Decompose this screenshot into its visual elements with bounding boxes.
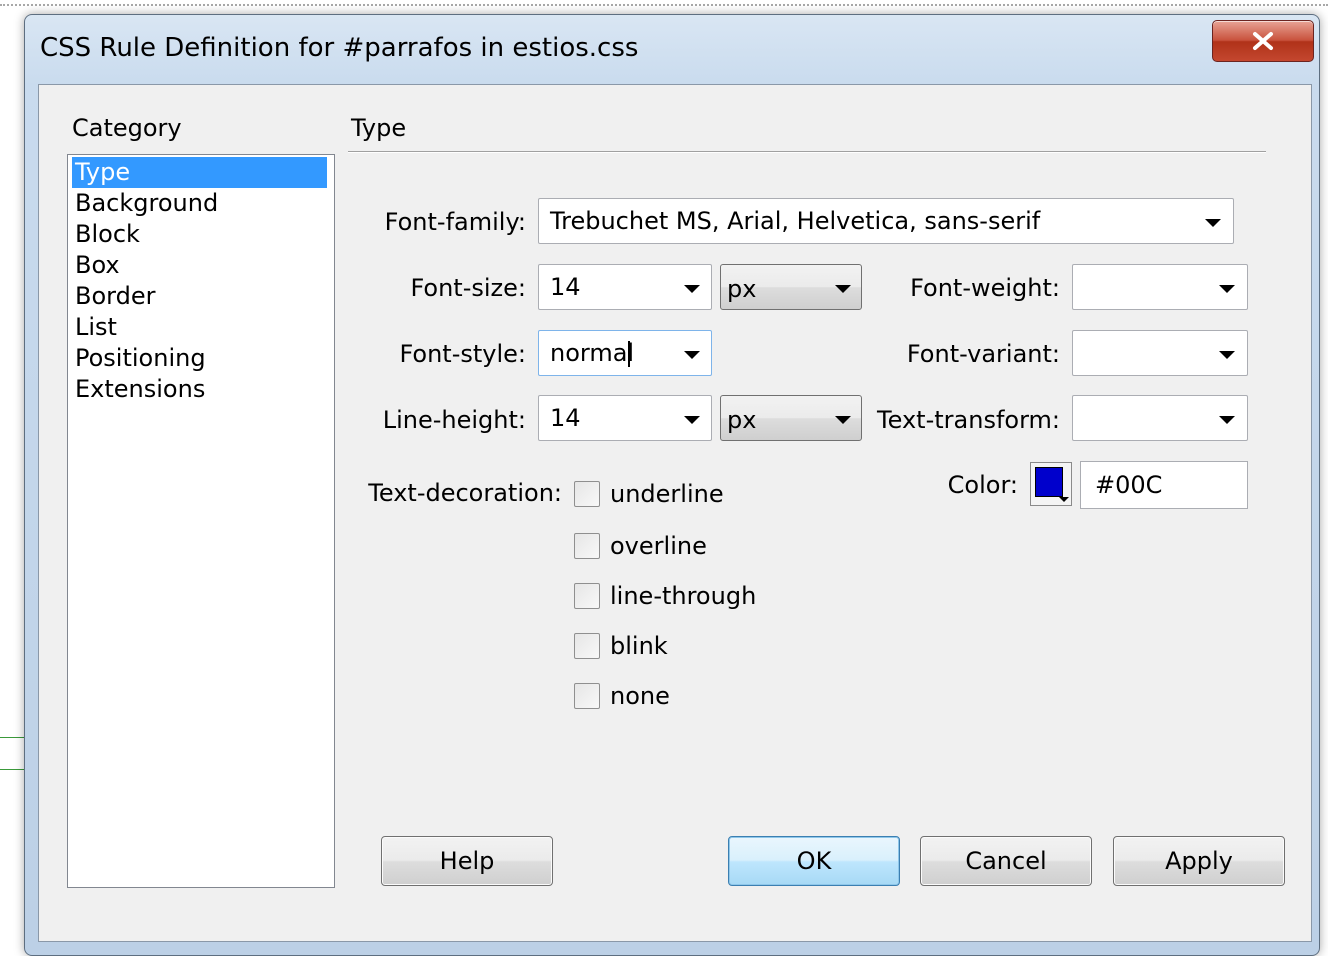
overline-checkbox[interactable] xyxy=(574,533,600,559)
background-guide-line xyxy=(0,769,26,770)
background-guide-line xyxy=(0,737,26,738)
category-list[interactable]: Type Background Block Box Border List Po… xyxy=(67,154,335,888)
line-height-value: 14 xyxy=(550,404,581,432)
color-input[interactable]: #00C xyxy=(1080,461,1248,509)
section-divider xyxy=(348,151,1266,153)
dropdown-arrow-icon xyxy=(1059,497,1069,502)
text-transform-combo[interactable] xyxy=(1072,395,1248,441)
none-label: none xyxy=(610,682,670,710)
line-through-checkbox[interactable] xyxy=(574,583,600,609)
dropdown-arrow-icon xyxy=(835,285,851,293)
font-size-value: 14 xyxy=(550,273,581,301)
ok-button[interactable]: OK xyxy=(728,836,900,886)
close-button[interactable] xyxy=(1212,20,1314,62)
none-checkbox[interactable] xyxy=(574,683,600,709)
dialog-title: CSS Rule Definition for #parrafos in est… xyxy=(40,33,639,63)
font-style-label: Font-style: xyxy=(399,340,526,368)
font-size-combo[interactable]: 14 xyxy=(538,264,712,310)
underline-label: underline xyxy=(610,480,724,508)
category-item-extensions[interactable]: Extensions xyxy=(72,374,205,405)
font-weight-combo[interactable] xyxy=(1072,264,1248,310)
dropdown-arrow-icon[interactable] xyxy=(1219,285,1235,293)
color-value: #00C xyxy=(1095,471,1163,499)
category-header: Category xyxy=(72,114,182,142)
color-picker-button[interactable] xyxy=(1030,462,1072,506)
font-size-unit-value: px xyxy=(727,275,757,303)
line-height-unit-select[interactable]: px xyxy=(720,395,862,441)
overline-label: overline xyxy=(610,532,707,560)
text-decoration-label: Text-decoration: xyxy=(368,479,562,507)
apply-button[interactable]: Apply xyxy=(1113,836,1285,886)
line-height-label: Line-height: xyxy=(382,406,526,434)
category-item-border[interactable]: Border xyxy=(72,281,155,312)
dropdown-arrow-icon xyxy=(835,416,851,424)
category-item-block[interactable]: Block xyxy=(72,219,140,250)
category-item-background[interactable]: Background xyxy=(72,188,218,219)
font-style-value: normal xyxy=(550,339,635,367)
background-dotted-border xyxy=(0,4,1328,6)
color-label: Color: xyxy=(947,471,1018,499)
blink-label: blink xyxy=(610,632,668,660)
cancel-button[interactable]: Cancel xyxy=(920,836,1092,886)
blink-checkbox[interactable] xyxy=(574,633,600,659)
color-swatch-icon xyxy=(1035,467,1063,497)
font-weight-label: Font-weight: xyxy=(910,274,1060,302)
line-through-label: line-through xyxy=(610,582,757,610)
line-height-combo[interactable]: 14 xyxy=(538,395,712,441)
dropdown-arrow-icon[interactable] xyxy=(684,285,700,293)
dropdown-arrow-icon[interactable] xyxy=(684,351,700,359)
underline-checkbox[interactable] xyxy=(574,481,600,507)
font-family-combo[interactable]: Trebuchet MS, Arial, Helvetica, sans-ser… xyxy=(538,198,1234,244)
category-item-box[interactable]: Box xyxy=(72,250,120,281)
font-style-combo[interactable]: normal xyxy=(538,330,712,376)
dropdown-arrow-icon[interactable] xyxy=(684,416,700,424)
line-height-unit-value: px xyxy=(727,406,757,434)
text-transform-label: Text-transform: xyxy=(877,406,1060,434)
category-item-type[interactable]: Type xyxy=(72,157,327,188)
font-variant-combo[interactable] xyxy=(1072,330,1248,376)
section-header: Type xyxy=(351,114,407,142)
font-size-label: Font-size: xyxy=(410,274,526,302)
dropdown-arrow-icon[interactable] xyxy=(1205,219,1221,227)
dropdown-arrow-icon[interactable] xyxy=(1219,351,1235,359)
close-icon xyxy=(1253,32,1273,50)
font-family-label: Font-family: xyxy=(384,208,526,236)
font-family-value: Trebuchet MS, Arial, Helvetica, sans-ser… xyxy=(550,207,1041,235)
font-size-unit-select[interactable]: px xyxy=(720,264,862,310)
category-item-list[interactable]: List xyxy=(72,312,117,343)
text-caret xyxy=(628,341,630,367)
category-item-positioning[interactable]: Positioning xyxy=(72,343,206,374)
font-variant-label: Font-variant: xyxy=(906,340,1060,368)
help-button[interactable]: Help xyxy=(381,836,553,886)
dropdown-arrow-icon[interactable] xyxy=(1219,416,1235,424)
